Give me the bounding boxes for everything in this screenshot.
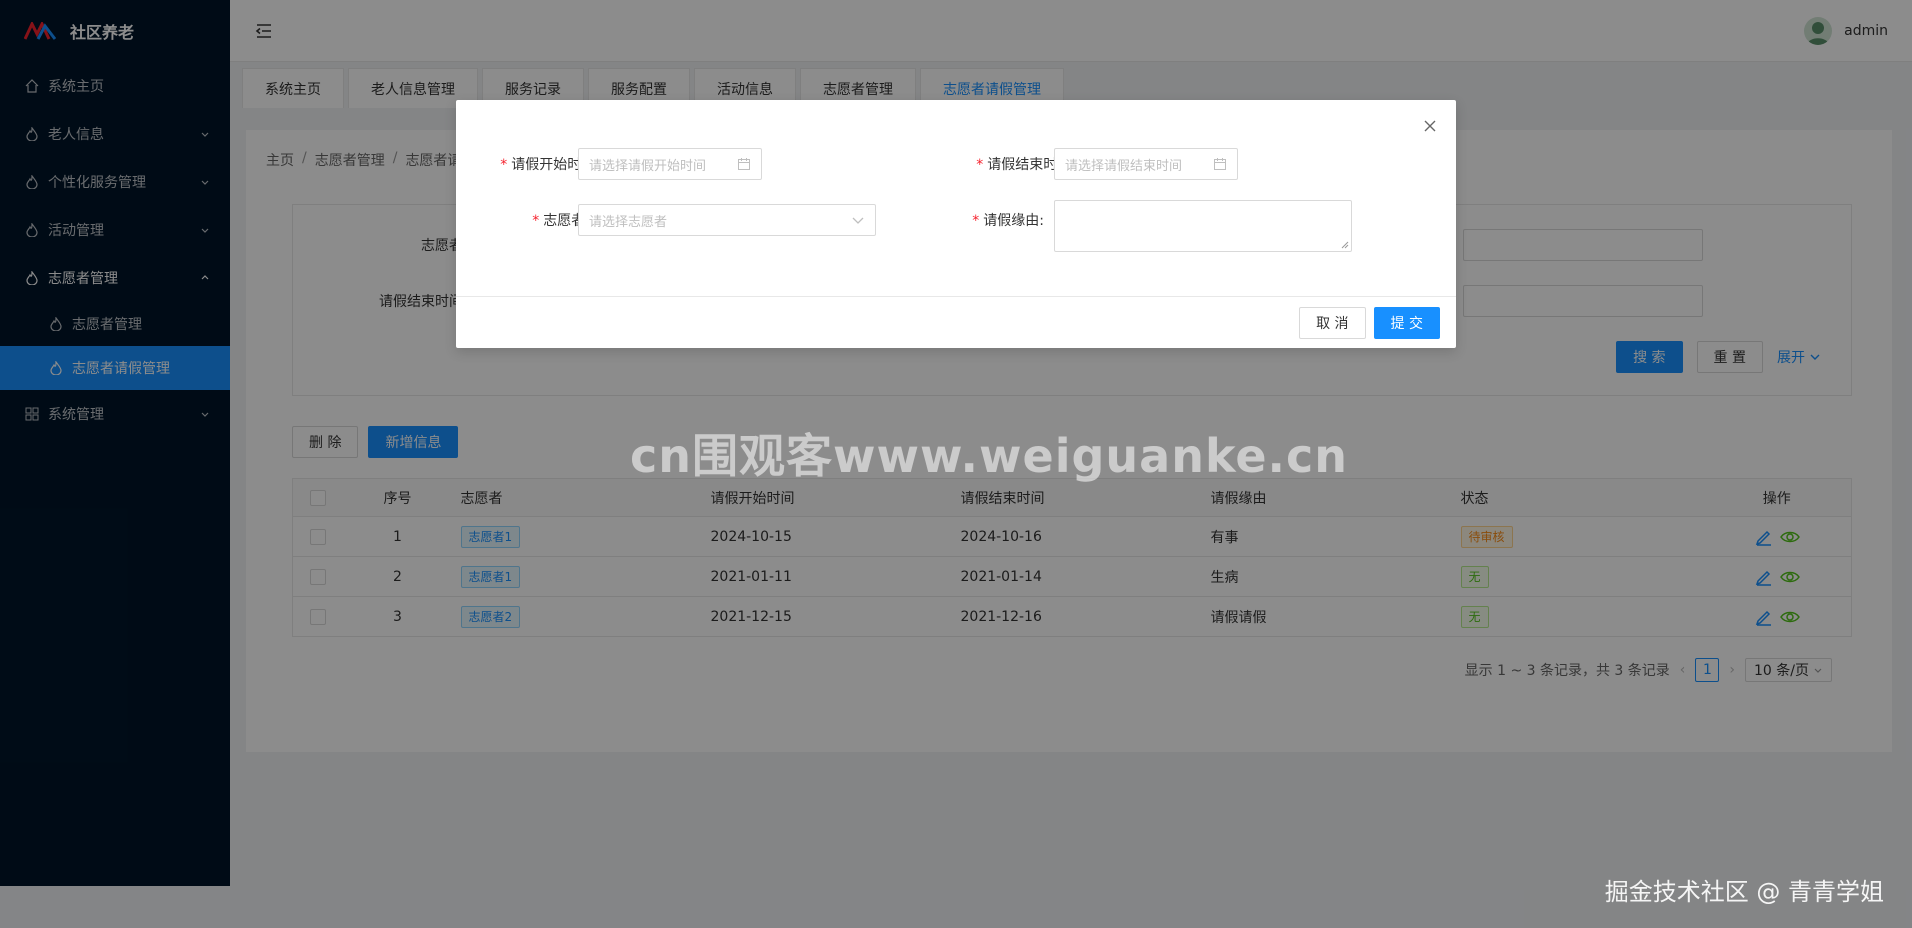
- required-mark: *: [500, 157, 508, 173]
- reason-label: * 请假缘由:: [952, 210, 1044, 230]
- watermark-corner: 掘金技术社区 @ 青青学姐: [1604, 878, 1884, 906]
- leave-form-modal: * 请假开始时间: 请选择请假开始时间 * 请假结束时间: 请选择请假结束时间 * 志…: [456, 100, 1456, 348]
- start-time-placeholder: 请选择请假开始时间: [589, 158, 707, 174]
- volunteer-select[interactable]: 请选择志愿者: [578, 204, 876, 236]
- end-time-picker[interactable]: 请选择请假结束时间: [1054, 148, 1238, 180]
- reason-textarea[interactable]: [1054, 200, 1352, 252]
- chevron-down-icon: [852, 217, 864, 224]
- required-mark: *: [976, 157, 984, 173]
- resize-handle-icon[interactable]: [1341, 241, 1349, 249]
- end-time-placeholder: 请选择请假结束时间: [1065, 158, 1183, 174]
- reason-label-text: 请假缘由:: [983, 213, 1044, 229]
- required-mark: *: [532, 213, 540, 229]
- volunteer-label: * 志愿者:: [476, 210, 590, 230]
- modal-footer: 取 消 提 交: [456, 296, 1456, 348]
- submit-button[interactable]: 提 交: [1373, 306, 1440, 339]
- volunteer-placeholder: 请选择志愿者: [589, 214, 668, 230]
- start-time-picker[interactable]: 请选择请假开始时间: [578, 148, 762, 180]
- cancel-button[interactable]: 取 消: [1299, 306, 1366, 339]
- watermark-center: cn围观客www.weiguanke.cn: [630, 429, 1349, 483]
- calendar-icon: [1214, 158, 1226, 170]
- calendar-icon: [738, 158, 750, 170]
- required-mark: *: [972, 213, 980, 229]
- modal-body: * 请假开始时间: 请选择请假开始时间 * 请假结束时间: 请选择请假结束时间 * 志…: [456, 100, 1456, 296]
